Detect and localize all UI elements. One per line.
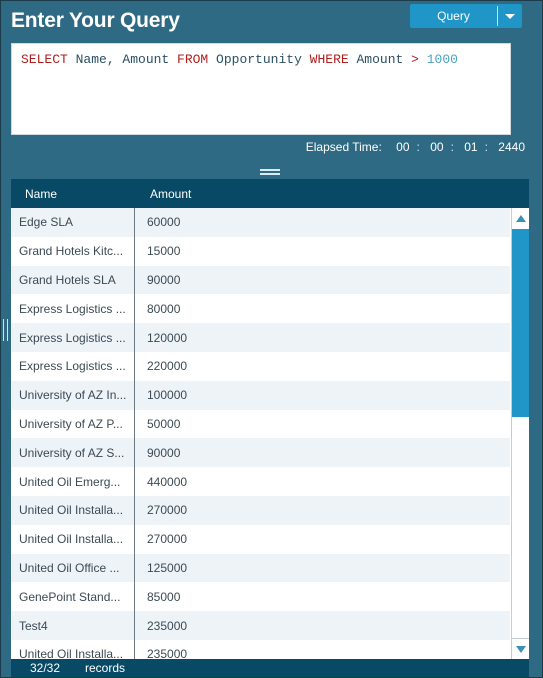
column-header-name[interactable]: Name <box>25 187 57 201</box>
cell-name[interactable]: United Oil Installa... <box>11 495 135 525</box>
cell-name[interactable]: Grand Hotels Kitc... <box>11 236 135 266</box>
cell-amount[interactable]: 50000 <box>135 410 180 439</box>
cell-name[interactable]: Edge SLA <box>11 208 135 237</box>
table-row[interactable]: University of AZ S... 90000 <box>11 438 510 468</box>
cell-name[interactable]: United Oil Office ... <box>11 553 135 583</box>
elapsed-seconds: 01 <box>464 140 478 154</box>
record-count: 32/32 <box>30 661 61 675</box>
query-token-identifier: Opportunity <box>208 52 310 67</box>
cell-amount[interactable]: 235000 <box>135 611 187 640</box>
cell-amount[interactable]: 220000 <box>135 352 187 381</box>
splitter-handle-icon[interactable] <box>260 169 280 177</box>
table-row[interactable]: University of AZ P... 50000 <box>11 409 510 439</box>
scroll-up-button[interactable] <box>512 208 529 228</box>
table-row[interactable]: United Oil Office ... 125000 <box>11 553 510 583</box>
records-label: records <box>85 661 126 675</box>
elapsed-hours: 00 <box>396 140 410 154</box>
query-token-identifier: Amount <box>348 52 412 67</box>
table-row[interactable]: United Oil Installa... 270000 <box>11 524 510 554</box>
cell-amount[interactable]: 90000 <box>135 266 180 295</box>
page-title: Enter Your Query <box>11 9 180 32</box>
cell-name[interactable]: United Oil Installa... <box>11 524 135 554</box>
table-row[interactable]: GenePoint Stand... 85000 <box>11 582 510 612</box>
cell-amount[interactable]: 15000 <box>135 237 180 266</box>
query-token-keyword: FROM <box>177 52 209 67</box>
query-token-keyword: SELECT <box>21 52 68 67</box>
query-editor[interactable]: SELECT Name, Amount FROM Opportunity WHE… <box>11 43 511 135</box>
query-token-number: 1000 <box>418 52 458 67</box>
table-row[interactable]: Express Logistics ... 220000 <box>11 351 510 381</box>
table-row[interactable]: Express Logistics ... 120000 <box>11 323 510 352</box>
elapsed-time: Elapsed Time: 00: 00: 01: 2440 <box>306 140 528 154</box>
cell-name[interactable]: Express Logistics ... <box>11 351 135 381</box>
table-row[interactable]: Edge SLA 60000 <box>11 208 510 237</box>
table-row[interactable]: Grand Hotels SLA 90000 <box>11 265 510 295</box>
table-row[interactable]: United Oil Installa... 235000 <box>11 639 510 659</box>
table-row[interactable]: United Oil Emerg... 440000 <box>11 467 510 496</box>
cell-amount[interactable]: 90000 <box>135 438 180 467</box>
cell-name[interactable]: Grand Hotels SLA <box>11 265 135 295</box>
cell-name[interactable]: University of AZ P... <box>11 409 135 439</box>
separator: : <box>450 140 454 154</box>
table-row[interactable]: United Oil Installa... 270000 <box>11 495 510 525</box>
cell-amount[interactable]: 125000 <box>135 554 187 583</box>
table-row[interactable]: Express Logistics ... 80000 <box>11 294 510 324</box>
separator: : <box>484 140 488 154</box>
cell-name[interactable]: United Oil Emerg... <box>11 467 135 496</box>
cell-name[interactable]: United Oil Installa... <box>11 639 135 659</box>
separator: : <box>416 140 420 154</box>
elapsed-millis: 2440 <box>498 140 525 154</box>
cell-amount[interactable]: 270000 <box>135 525 187 554</box>
chevron-down-icon <box>505 13 515 19</box>
cell-amount[interactable]: 270000 <box>135 496 187 525</box>
cell-amount[interactable]: 85000 <box>135 582 180 611</box>
cell-name[interactable]: Express Logistics ... <box>11 323 135 352</box>
query-token-operator: > <box>411 52 419 67</box>
cell-name[interactable]: GenePoint Stand... <box>11 582 135 612</box>
table-row[interactable]: University of AZ In... 100000 <box>11 380 510 410</box>
cell-amount[interactable]: 440000 <box>135 467 187 496</box>
arrow-up-icon <box>515 214 526 222</box>
elapsed-label: Elapsed Time: <box>305 140 382 154</box>
cell-name[interactable]: University of AZ S... <box>11 438 135 468</box>
query-panel: Enter Your Query Query SELECT Name, Amou… <box>0 0 543 678</box>
scrollbar-thumb[interactable] <box>512 229 529 417</box>
table-row[interactable]: Test4 235000 <box>11 611 510 640</box>
query-split-button[interactable]: Query <box>410 4 522 28</box>
query-token-identifier: Name, Amount <box>67 52 178 67</box>
cell-amount[interactable]: 100000 <box>135 381 187 410</box>
grid-header: Name Amount <box>11 179 529 208</box>
arrow-down-icon <box>515 645 526 653</box>
status-bar: 32/32 records <box>11 659 529 677</box>
cell-amount[interactable]: 60000 <box>135 208 180 237</box>
cell-amount[interactable]: 80000 <box>135 294 180 323</box>
side-resize-handle[interactable] <box>3 319 8 341</box>
vertical-scrollbar[interactable] <box>511 208 529 659</box>
scroll-down-button[interactable] <box>512 638 529 659</box>
cell-name[interactable]: Express Logistics ... <box>11 294 135 324</box>
elapsed-minutes: 00 <box>430 140 444 154</box>
cell-amount[interactable]: 235000 <box>135 640 187 659</box>
query-text[interactable]: SELECT Name, Amount FROM Opportunity WHE… <box>21 52 458 67</box>
grid-rows: Edge SLA 60000 Grand Hotels Kitc... 15000 Gr… <box>11 208 510 659</box>
results-grid: Name Amount Edge SLA 60000 Grand Hotels Ki… <box>11 179 529 659</box>
column-header-amount[interactable]: Amount <box>150 187 191 201</box>
table-row[interactable]: Grand Hotels Kitc... 15000 <box>11 236 510 266</box>
query-button[interactable]: Query <box>410 4 497 28</box>
cell-amount[interactable]: 120000 <box>135 323 187 352</box>
cell-name[interactable]: Test4 <box>11 611 135 640</box>
query-dropdown-button[interactable] <box>498 4 522 28</box>
cell-name[interactable]: University of AZ In... <box>11 380 135 410</box>
query-token-keyword: WHERE <box>309 52 349 67</box>
